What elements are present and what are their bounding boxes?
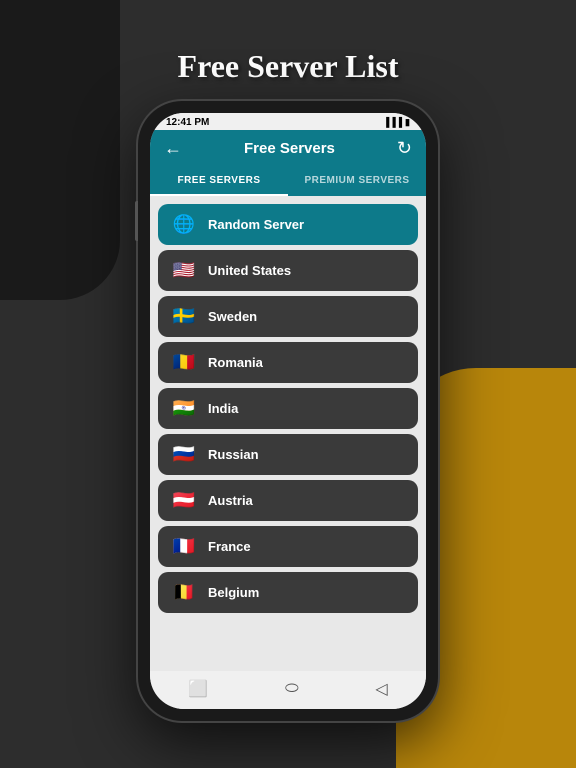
list-item[interactable]: 🇧🇪 Belgium [158, 572, 418, 613]
flag-icon: 🇺🇸 [172, 260, 196, 281]
tab-premium-servers[interactable]: PREMIUM SERVERS [288, 167, 426, 196]
flag-icon: 🌐 [172, 214, 196, 235]
page-title: Free Server List [178, 48, 399, 85]
list-item[interactable]: 🇫🇷 France [158, 526, 418, 567]
server-name: France [208, 539, 251, 554]
list-item[interactable]: 🇦🇹 Austria [158, 480, 418, 521]
battery-icon: ▮ [405, 117, 410, 128]
status-bar: 12:41 PM ▐▐▐ ▮ [150, 113, 426, 130]
server-name: Sweden [208, 309, 257, 324]
list-item[interactable]: 🌐 Random Server [158, 204, 418, 245]
server-name: Austria [208, 493, 253, 508]
flag-icon: 🇷🇴 [172, 352, 196, 373]
server-name: India [208, 401, 238, 416]
nav-back-icon[interactable]: ◁ [375, 679, 387, 699]
phone-frame: 12:41 PM ▐▐▐ ▮ ← Free Servers ↻ FREE SER… [138, 101, 438, 721]
list-item[interactable]: 🇮🇳 India [158, 388, 418, 429]
phone-screen: 12:41 PM ▐▐▐ ▮ ← Free Servers ↻ FREE SER… [150, 113, 426, 709]
bg-shape-left [0, 0, 120, 300]
refresh-button[interactable]: ↻ [397, 138, 412, 159]
status-right: ▐▐▐ ▮ [383, 117, 410, 128]
app-header: ← Free Servers ↻ [150, 130, 426, 167]
flag-icon: 🇦🇹 [172, 490, 196, 511]
tabs-bar: FREE SERVERS PREMIUM SERVERS [150, 167, 426, 196]
header-title: Free Servers [244, 140, 335, 157]
back-button[interactable]: ← [164, 138, 182, 159]
list-item[interactable]: 🇸🇪 Sweden [158, 296, 418, 337]
nav-home-icon[interactable]: ⬭ [285, 680, 299, 698]
nav-square-icon[interactable]: ⬜ [188, 679, 208, 699]
server-name: Random Server [208, 217, 304, 232]
tab-free-servers[interactable]: FREE SERVERS [150, 167, 288, 196]
server-name: Belgium [208, 585, 259, 600]
server-name: United States [208, 263, 291, 278]
flag-icon: 🇧🇪 [172, 582, 196, 603]
server-name: Romania [208, 355, 263, 370]
list-item[interactable]: 🇷🇴 Romania [158, 342, 418, 383]
nav-bar: ⬜ ⬭ ◁ [150, 671, 426, 709]
server-name: Russian [208, 447, 259, 462]
flag-icon: 🇮🇳 [172, 398, 196, 419]
flag-icon: 🇷🇺 [172, 444, 196, 465]
list-item[interactable]: 🇷🇺 Russian [158, 434, 418, 475]
signal-icon: ▐▐▐ [383, 117, 402, 127]
status-time: 12:41 PM [166, 117, 209, 128]
server-list: 🌐 Random Server 🇺🇸 United States 🇸🇪 Swed… [150, 196, 426, 671]
flag-icon: 🇸🇪 [172, 306, 196, 327]
flag-icon: 🇫🇷 [172, 536, 196, 557]
list-item[interactable]: 🇺🇸 United States [158, 250, 418, 291]
